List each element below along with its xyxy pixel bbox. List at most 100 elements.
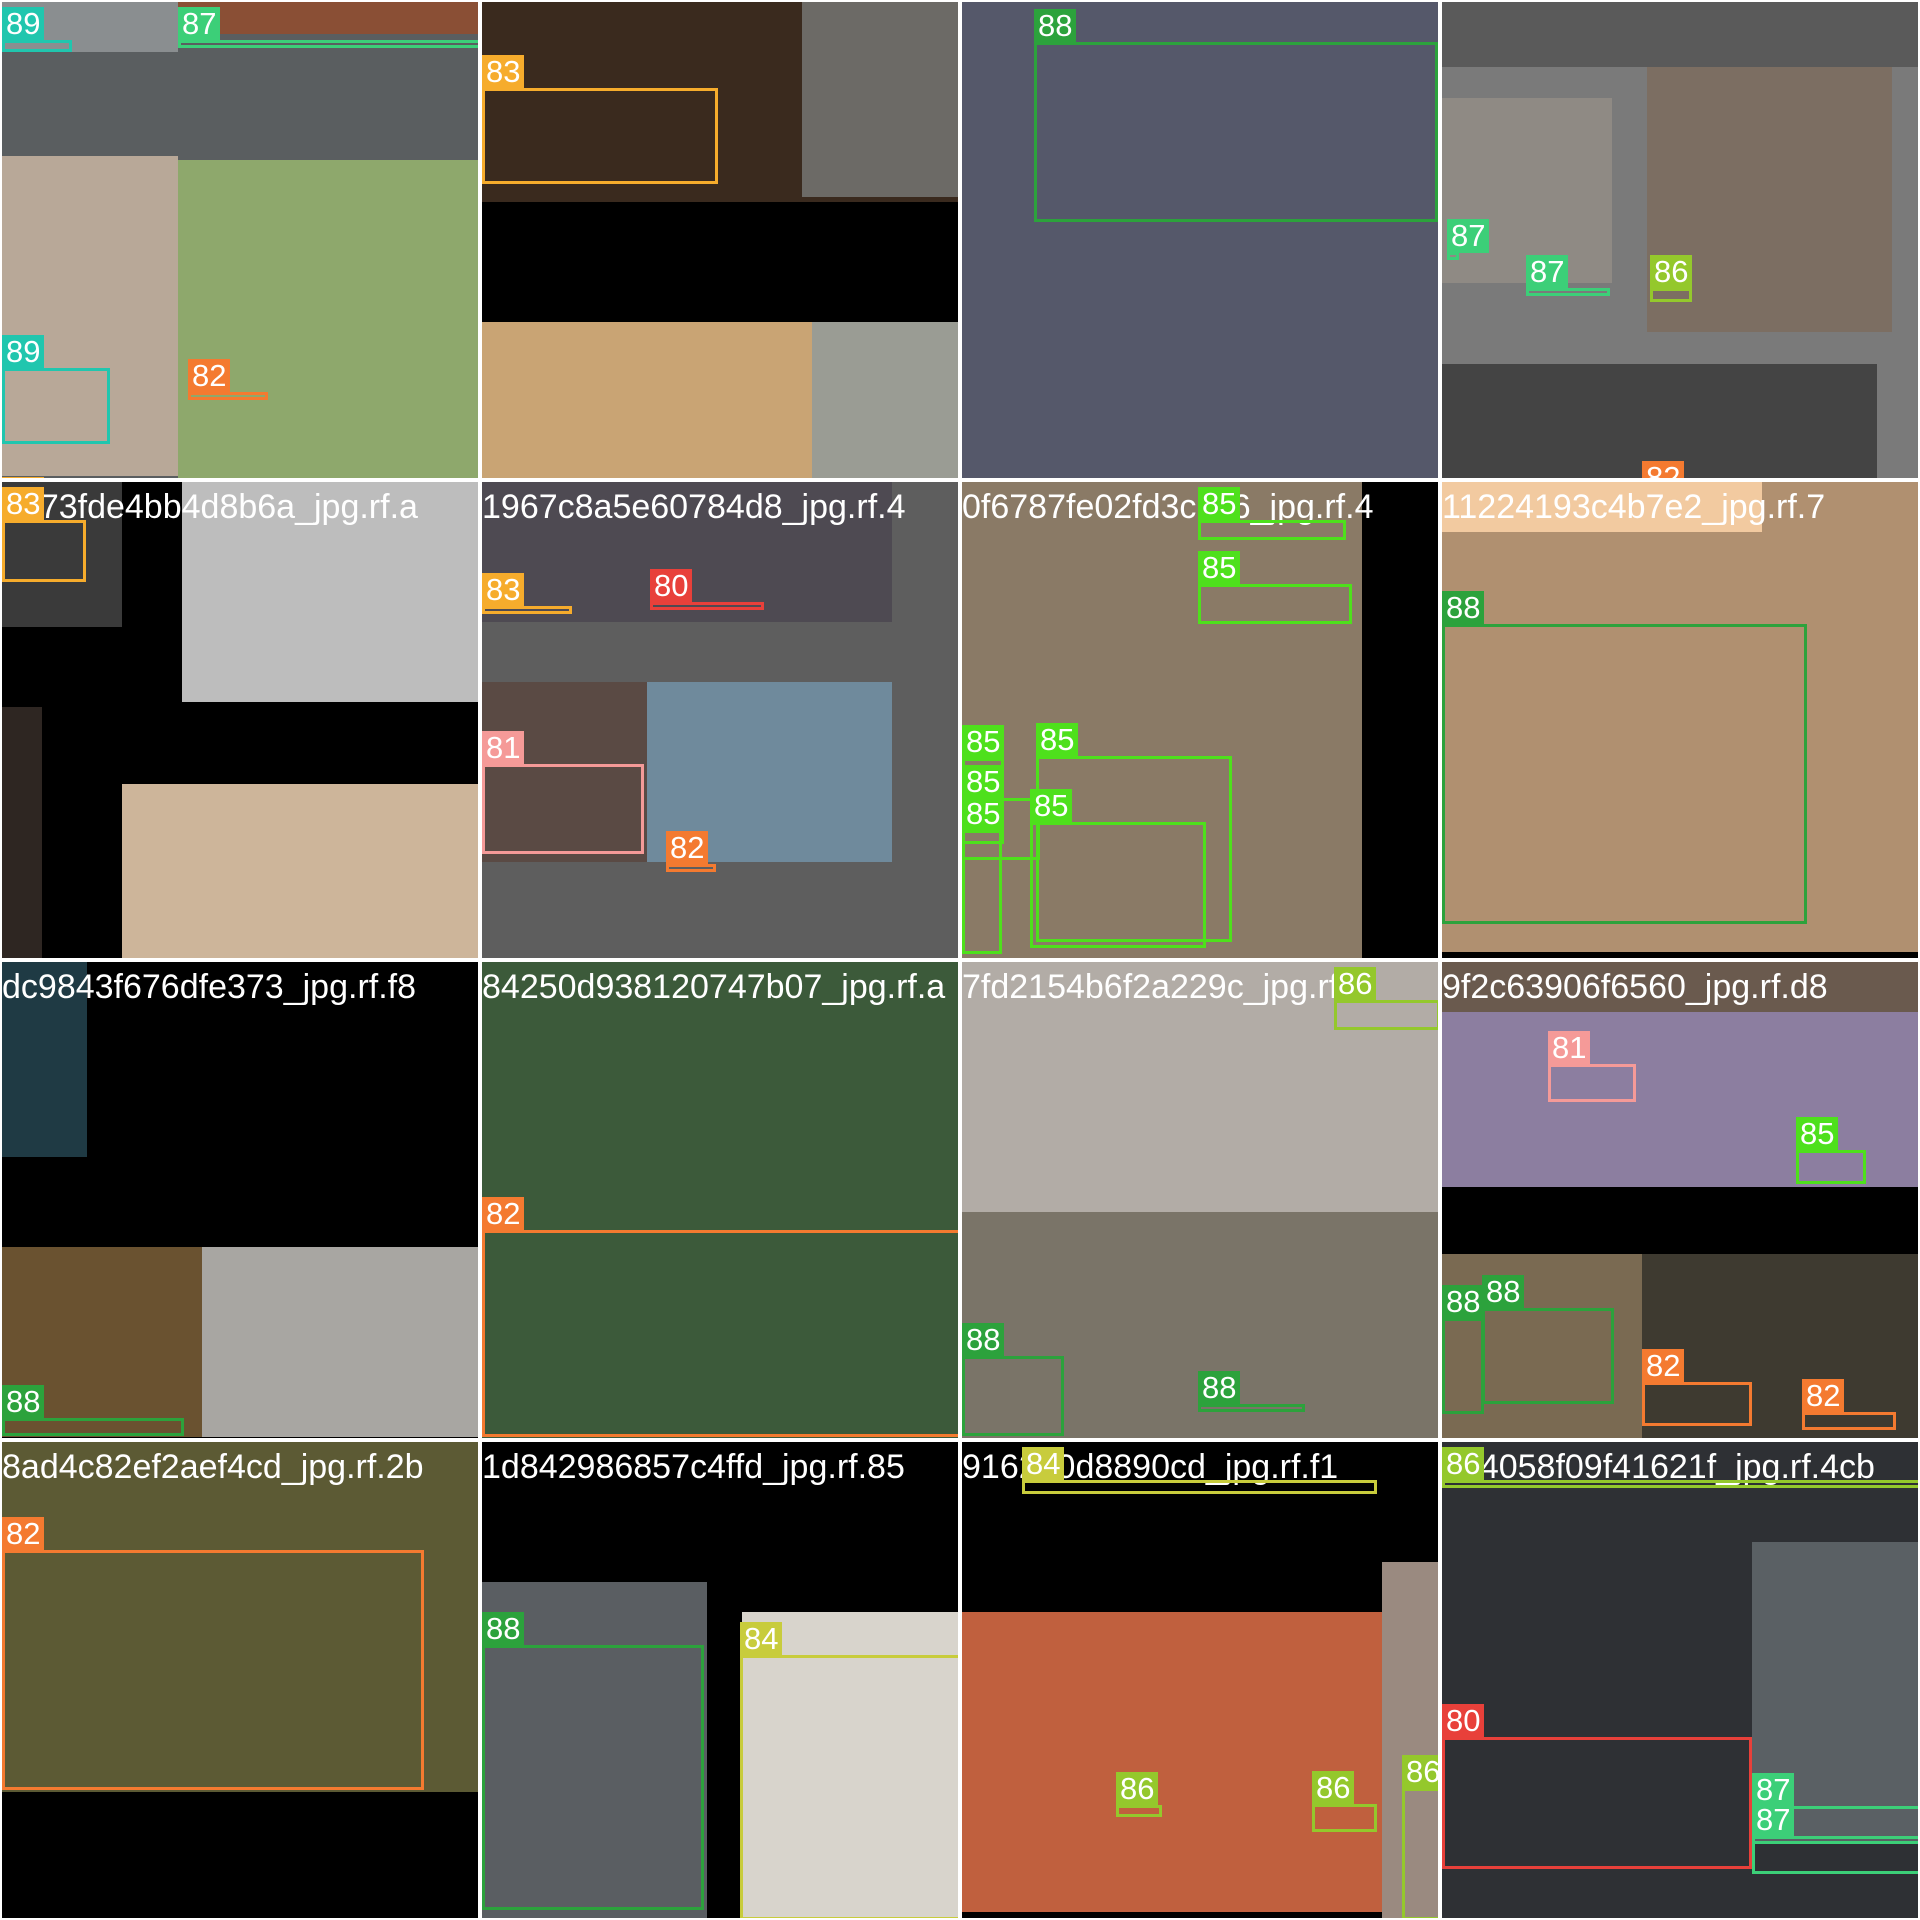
detection-box: 85 xyxy=(1198,487,1346,540)
detection-box: 85 xyxy=(1796,1117,1866,1184)
mosaic-tile: 8ad4c82ef2aef4cd_jpg.rf.2b 82 xyxy=(2,1442,478,1918)
detection-box: 86 xyxy=(1650,255,1693,302)
detection-score-label: 85 xyxy=(1796,1117,1839,1151)
detection-score-label: 87 xyxy=(1447,219,1490,253)
detection-score-label: 88 xyxy=(962,1323,1005,1357)
photo-region xyxy=(482,322,812,478)
detection-score-label: 82 xyxy=(666,831,709,865)
detection-score-label: 88 xyxy=(1198,1371,1241,1405)
detection-box: 88 xyxy=(1034,9,1438,222)
detection-box: 80 xyxy=(1442,1704,1752,1869)
detection-box: 88 xyxy=(962,1323,1064,1436)
mosaic-tile: 89 87 89 82 83 xyxy=(2,2,478,478)
mosaic-tile: 1d842986857c4ffd_jpg.rf.85 88 84 xyxy=(482,1442,958,1918)
detection-box: 88 xyxy=(1482,1275,1614,1404)
mosaic-tile: 84250d938120747b07_jpg.rf.a 82 xyxy=(482,962,958,1438)
detection-score-label: 86 xyxy=(1116,1772,1159,1806)
detection-score-label: 89 xyxy=(2,7,45,41)
mosaic-tile: 0f6787fe02fd3c116_jpg.rf.4 85 85 85 85 85 85 85 xyxy=(962,482,1438,958)
photo-region xyxy=(962,1612,1382,1912)
detection-box: 88 xyxy=(2,1385,184,1436)
detection-box: 85 xyxy=(1030,789,1206,948)
detection-score-label: 81 xyxy=(482,731,525,765)
detection-score-label: 88 xyxy=(1442,591,1485,625)
detection-score-label: 86 xyxy=(1334,967,1377,1001)
detection-score-label: 87 xyxy=(1526,255,1569,289)
detection-score-label: 82 xyxy=(482,1197,525,1231)
photo-region xyxy=(2,707,42,958)
photo-region xyxy=(178,2,478,34)
detection-box: 85 xyxy=(962,797,1005,954)
detection-score-label: 80 xyxy=(1442,1704,1485,1738)
detection-box: 87 xyxy=(1447,219,1490,260)
detection-score-label: 88 xyxy=(1034,9,1077,43)
detection-score-label: 85 xyxy=(1036,723,1079,757)
detection-score-label: 84 xyxy=(740,1622,783,1656)
tile-filename-caption: 9f2c63906f6560_jpg.rf.d8 xyxy=(1442,968,1828,1006)
tile-filename-caption: 8ad4c82ef2aef4cd_jpg.rf.2b xyxy=(2,1448,424,1486)
detection-box: 86 xyxy=(1312,1771,1377,1832)
detection-box: 84 xyxy=(740,1622,958,1918)
photo-region xyxy=(1442,2,1918,67)
tile-filename-caption: 1d842986857c4ffd_jpg.rf.85 xyxy=(482,1448,905,1486)
detection-score-label: 88 xyxy=(1442,1285,1485,1319)
photo-region xyxy=(812,322,958,478)
detection-score-label: 87 xyxy=(178,7,221,41)
detection-box: 89 xyxy=(2,7,72,52)
detection-score-label: 86 xyxy=(1402,1755,1438,1789)
detection-box: 81 xyxy=(1548,1031,1636,1102)
tile-filename-caption: 7fd2154b6f2a229c_jpg.rf.8 xyxy=(962,968,1367,1006)
detection-box: 80 xyxy=(650,569,764,610)
detection-box: 82 xyxy=(1642,1349,1752,1426)
detection-score-label: 80 xyxy=(650,569,693,603)
detection-box: 88 xyxy=(1442,1285,1485,1414)
detection-box: 86 xyxy=(1442,1447,1918,1488)
detection-score-label: 82 xyxy=(1802,1379,1845,1413)
detection-score-label: 83 xyxy=(2,487,45,521)
photo-region xyxy=(178,160,478,478)
detection-box: 86 xyxy=(1334,967,1438,1030)
detection-score-label: 85 xyxy=(1198,551,1241,585)
detection-box: 83 xyxy=(482,573,572,614)
detection-box: 84 xyxy=(1022,1447,1377,1494)
detection-box: 87 xyxy=(1526,255,1610,296)
detection-box: 87 xyxy=(1752,1803,1918,1874)
detection-box: 81 xyxy=(482,731,644,854)
detection-score-label: 88 xyxy=(482,1612,525,1646)
detection-score-label: 85 xyxy=(1198,487,1241,521)
detection-box: 83 xyxy=(2,487,86,582)
detection-box: 86 xyxy=(1402,1755,1438,1918)
mosaic-tile: 9f2c63906f6560_jpg.rf.d8 81 85 88 88 82 82 xyxy=(1442,962,1918,1438)
detection-box: 85 xyxy=(1198,551,1352,624)
detection-score-label: 82 xyxy=(1642,1349,1685,1383)
mosaic-tile: 83 xyxy=(482,2,958,478)
detection-score-label: 82 xyxy=(2,1517,45,1551)
detection-score-label: 83 xyxy=(2,477,45,478)
detection-box: 87 xyxy=(178,7,478,48)
mosaic-tile: 7d4058f09f41621f_jpg.rf.4cb 86 80 87 87 xyxy=(1442,1442,1918,1918)
mosaic-tile: dc9843f676dfe373_jpg.rf.f8 88 xyxy=(2,962,478,1438)
detection-score-label: 87 xyxy=(1752,1803,1795,1837)
detection-box: 82 xyxy=(666,831,716,872)
tile-filename-caption: dc9843f676dfe373_jpg.rf.f8 xyxy=(2,968,417,1006)
tile-filename-caption: 11224193c4b7e2_jpg.rf.7 xyxy=(1442,488,1826,526)
detection-score-label: 85 xyxy=(1030,789,1073,823)
detection-box: 82 xyxy=(482,1197,958,1437)
detection-score-label: 84 xyxy=(1022,1447,1065,1481)
detection-box: 88 xyxy=(1442,591,1807,924)
detection-box: 86 xyxy=(1116,1772,1162,1817)
tile-filename-caption: 84250d938120747b07_jpg.rf.a xyxy=(482,968,946,1006)
detection-score-label: 82 xyxy=(188,359,231,393)
detection-score-label: 88 xyxy=(2,1385,45,1419)
detection-score-label: 85 xyxy=(962,765,1005,799)
mosaic-tile: 11224193c4b7e2_jpg.rf.7 88 xyxy=(1442,482,1918,958)
mosaic-tile: 88 xyxy=(962,2,1438,478)
photo-region xyxy=(122,784,478,958)
detection-box: 82 xyxy=(1802,1379,1896,1430)
detection-box: 83 xyxy=(482,55,718,184)
photo-region xyxy=(802,2,958,197)
detection-score-label: 83 xyxy=(482,573,525,607)
detection-score-label: 85 xyxy=(962,797,1005,831)
detection-score-label: 86 xyxy=(1650,255,1693,289)
photo-region xyxy=(202,1247,478,1437)
